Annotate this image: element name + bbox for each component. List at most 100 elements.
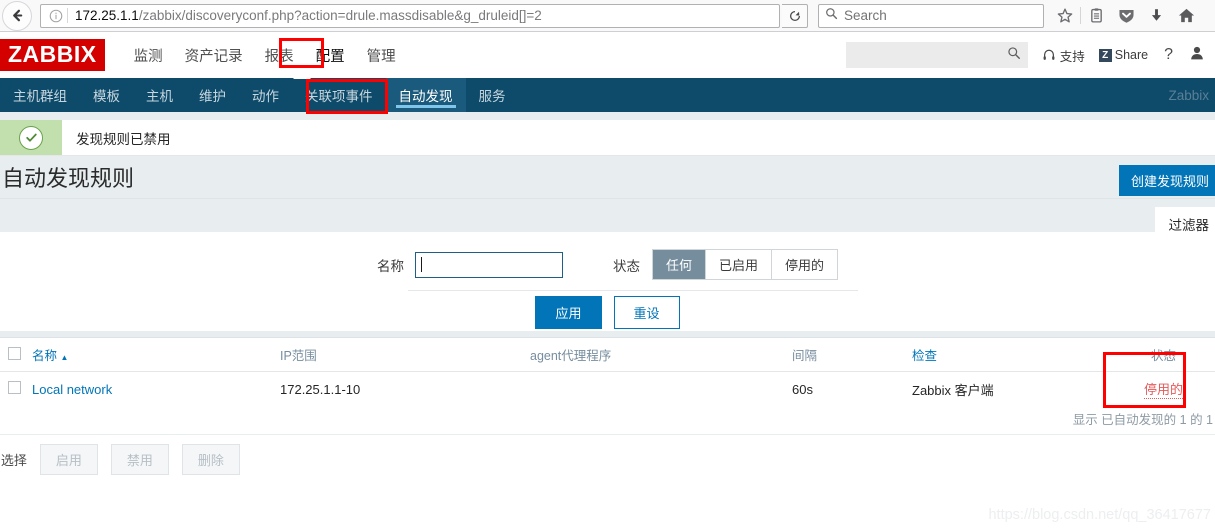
column-header-interval-label: 间隔 (792, 349, 818, 363)
browser-toolbar-icons (1050, 2, 1201, 30)
filter-state-label: 状态 (612, 258, 640, 274)
menu-item-reports[interactable]: 报表 (254, 41, 305, 70)
subnav-item-templates[interactable]: 模板 (80, 78, 133, 112)
download-glyph (1151, 9, 1161, 21)
browser-search-input[interactable]: Search (818, 3, 1044, 28)
status-badge[interactable]: 停用的 (1143, 379, 1183, 399)
row-name-cell: Local network (32, 371, 280, 407)
subnav-item-hostgroups[interactable]: 主机群组 (0, 78, 80, 112)
support-label: 支持 (1059, 49, 1085, 64)
table-footer-row: 显示 已自动发现的 1 的 1 (0, 403, 1215, 435)
filter-buttons-row: 应用 重设 (0, 296, 1215, 329)
menu-item-inventory[interactable]: 资产记录 (174, 41, 254, 70)
filter-state-enabled[interactable]: 已启用 (705, 250, 772, 279)
filter-tab-strip: 过滤器 (0, 198, 1215, 242)
user-icon[interactable] (1189, 45, 1205, 66)
back-arrow-glyph (12, 9, 22, 22)
header-right-tools: 支持 Z Share ? (845, 32, 1207, 78)
apply-button[interactable]: 应用 (535, 296, 602, 329)
column-header-status: 状态 (1112, 338, 1215, 372)
back-arrow-icon[interactable] (2, 0, 32, 31)
search-icon (825, 7, 838, 25)
pocket-shield-glyph (1118, 9, 1134, 23)
row-name-link[interactable]: Local network (32, 382, 112, 397)
zabbix-search-input[interactable] (845, 42, 1028, 68)
url-path: /zabbix/discoveryconf.php?action=drule.m… (138, 8, 542, 23)
message-text: 发现规则已禁用 (76, 131, 171, 147)
disable-button[interactable]: 禁用 (110, 443, 169, 475)
check-glyph (25, 133, 37, 142)
filter-divider (408, 290, 858, 291)
row-ip-range: 172.25.1.1-10 (280, 371, 530, 407)
check-circle-icon (19, 125, 43, 150)
reload-icon[interactable] (782, 3, 808, 28)
support-link[interactable]: 支持 (1042, 46, 1085, 65)
share-link[interactable]: Z Share (1098, 48, 1148, 62)
sub-navigation: 主机群组 模板 主机 维护 动作 关联项事件 自动发现 服务 (0, 78, 1215, 112)
message-spacer (0, 112, 1215, 120)
row-checkbox[interactable] (8, 381, 21, 394)
search-glyph (826, 7, 838, 19)
reload-glyph (789, 10, 800, 21)
delete-button[interactable]: 删除 (181, 443, 240, 475)
info-glyph (49, 9, 63, 22)
sort-ascending-icon: ▲ (60, 353, 69, 362)
star-glyph (1057, 7, 1073, 23)
filter-name-input[interactable] (414, 251, 563, 278)
text-cursor (420, 257, 422, 272)
filter-state-disabled[interactable]: 停用的 (772, 250, 838, 279)
home-icon[interactable] (1171, 2, 1201, 30)
table-header-row: 名称 ▲ IP范围 agent代理程序 间隔 检查 状态 (0, 338, 1215, 372)
select-all-header (0, 338, 32, 372)
column-header-checks[interactable]: 检查 (912, 338, 1112, 372)
column-header-proxy-label: agent代理程序 (530, 349, 612, 363)
url-bar[interactable]: 172.25.1.1/zabbix/discoveryconf.php?acti… (40, 3, 780, 28)
star-icon[interactable] (1050, 2, 1080, 30)
subnav-item-discovery[interactable]: 自动发现 (385, 78, 466, 112)
create-discovery-rule-button[interactable]: 创建发现规则 (1118, 165, 1215, 196)
reader-list-icon[interactable] (1081, 2, 1111, 30)
menu-item-monitoring[interactable]: 监测 (123, 41, 174, 70)
filter-fields-row: 名称 状态 任何 已启用 停用的 (0, 249, 1215, 280)
subnav-item-services[interactable]: 服务 (466, 78, 519, 112)
select-all-checkbox[interactable] (8, 346, 21, 360)
discovery-rules-table-wrap: 名称 ▲ IP范围 agent代理程序 间隔 检查 状态 Local netwo… (0, 331, 1215, 407)
headset-glyph (1043, 49, 1055, 60)
subnav-item-hosts[interactable]: 主机 (133, 78, 186, 112)
subnav-item-maintenance[interactable]: 维护 (186, 78, 239, 112)
search-placeholder: Search (844, 8, 887, 23)
subnav-brand-label: Zabbix (1168, 87, 1209, 103)
table-row: Local network 172.25.1.1-10 60s Zabbix 客… (0, 371, 1215, 407)
pocket-shield-icon[interactable] (1111, 2, 1141, 30)
selected-count: 0 选择 (0, 452, 27, 468)
filter-state-toggle: 任何 已启用 停用的 (651, 249, 839, 280)
filter-state-any[interactable]: 任何 (652, 250, 706, 279)
reader-list-glyph (1090, 8, 1102, 23)
menu-item-configuration[interactable]: 配置 (305, 41, 356, 70)
row-select-cell (0, 371, 32, 407)
url-divider (67, 8, 68, 23)
help-link[interactable]: ? (1164, 46, 1173, 64)
zabbix-logo[interactable]: ZABBIX (0, 39, 105, 71)
column-header-name[interactable]: 名称 ▲ (32, 338, 280, 372)
column-header-interval: 间隔 (792, 338, 912, 372)
column-header-name-label: 名称 (32, 349, 58, 363)
search-icon (1007, 46, 1021, 65)
table-body: Local network 172.25.1.1-10 60s Zabbix 客… (0, 371, 1215, 407)
user-glyph (1191, 46, 1203, 59)
page-title-row: 自动发现规则 创建发现规则 (0, 156, 1215, 198)
menu-item-administration[interactable]: 管理 (356, 41, 407, 70)
enable-button[interactable]: 启用 (39, 443, 98, 475)
reset-button[interactable]: 重设 (613, 296, 680, 329)
download-arrow-icon[interactable] (1141, 2, 1171, 30)
subnav-item-correlation[interactable]: 关联项事件 (292, 78, 386, 112)
row-checks: Zabbix 客户端 (912, 371, 1112, 407)
discovery-rules-table: 名称 ▲ IP范围 agent代理程序 间隔 检查 状态 Local netwo… (0, 338, 1215, 407)
column-header-checks-label: 检查 (912, 349, 938, 363)
column-header-ip-range-label: IP范围 (280, 349, 317, 363)
subnav-item-actions[interactable]: 动作 (239, 78, 292, 112)
subnav-caret-icon (293, 70, 311, 79)
column-header-proxy: agent代理程序 (530, 338, 792, 372)
info-icon[interactable] (45, 9, 67, 23)
screenshot-root: 172.25.1.1/zabbix/discoveryconf.php?acti… (0, 0, 1215, 529)
